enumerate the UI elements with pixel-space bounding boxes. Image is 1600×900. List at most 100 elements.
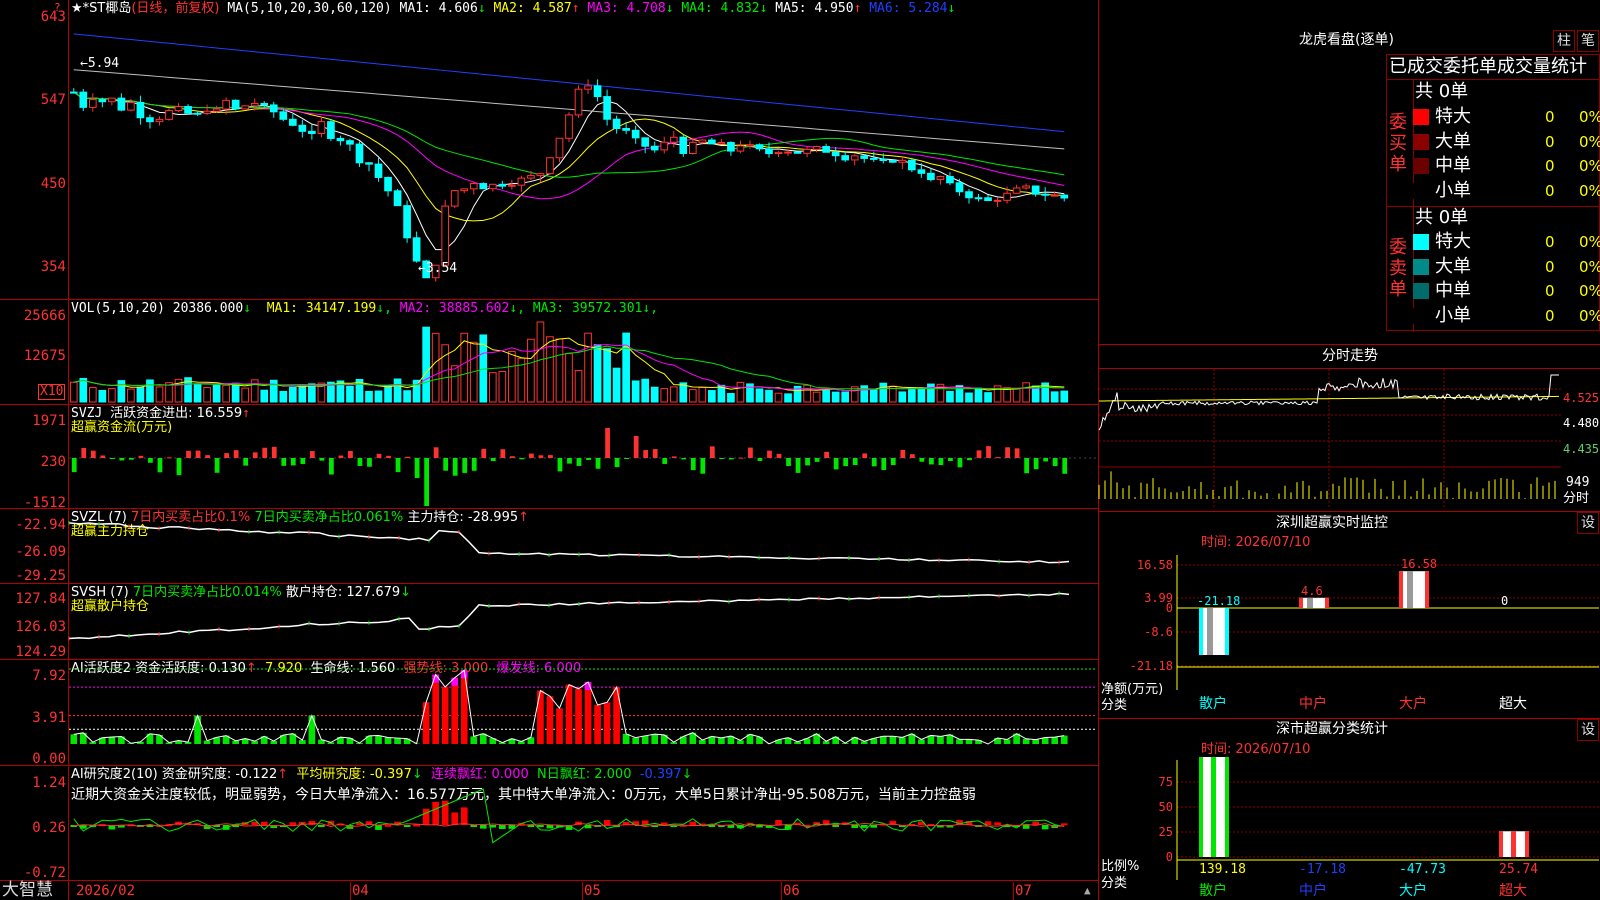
candle-body: [241, 105, 250, 110]
monitor-bar-chart[interactable]: 16.583.990-8.6-21.18-21.18散户4.6中户16.58大户…: [1099, 555, 1600, 715]
volume-bar: [584, 332, 592, 403]
volume-bar: [879, 382, 888, 403]
vol-ma-value: MA3: 39572.301: [532, 301, 643, 316]
candle-body: [260, 102, 269, 106]
svzj-y-tick: 1971: [32, 413, 66, 429]
volume-row: 特大 0 0%: [1413, 231, 1600, 253]
ai1-y-tick: 3.91: [32, 710, 66, 726]
ma-value: 4.950: [806, 1, 854, 16]
fund-flow-chart[interactable]: [69, 405, 1097, 507]
volume-bar: [422, 326, 430, 403]
flow-bar: [909, 454, 915, 458]
candle-body: [812, 146, 821, 150]
vol-y-tick: 25666: [23, 308, 66, 324]
volume-bar: [736, 381, 745, 403]
volume-bar: [260, 389, 269, 403]
period-label[interactable]: (日线，前复权): [131, 1, 219, 16]
classify-settings-button[interactable]: 设: [1577, 719, 1599, 741]
activity-bar: [441, 687, 449, 744]
x-tick: 06: [783, 883, 800, 899]
volume-bar: [622, 332, 630, 403]
candle-body: [184, 106, 192, 114]
activity-bar: [756, 736, 763, 744]
activity-bar: [651, 734, 659, 744]
fenshi-price-tick: 4.480: [1563, 416, 1600, 430]
flow-bar: [1024, 458, 1029, 474]
fenshi-vol-label: 分时: [1563, 491, 1590, 506]
ma-item: MA4: 4.832↓: [681, 1, 775, 16]
buy-side-label: 委买单: [1389, 112, 1407, 175]
flow-bar: [986, 446, 991, 458]
research-bar: [832, 825, 839, 827]
activity-chart[interactable]: [69, 660, 1097, 764]
classify-bar-chart[interactable]: 75 50 25 0 139.18 散户 -17.18 中户 -47.73 大户 25.74 超大: [1099, 757, 1600, 900]
flow-bar: [109, 458, 115, 459]
flow-bar: [205, 455, 210, 458]
activity-bar: [965, 739, 973, 744]
candle-body: [346, 140, 354, 145]
candlestick-chart[interactable]: [69, 16, 1097, 298]
research-chart[interactable]: [69, 766, 1097, 879]
flow-bar: [386, 455, 391, 458]
candle-body: [1022, 185, 1030, 189]
candle-body: [212, 108, 221, 112]
activity-bar: [108, 737, 116, 744]
classify-bar-stripe: [1211, 757, 1216, 857]
candle-body: [279, 111, 288, 120]
volume-bar: [88, 387, 97, 403]
flow-bar: [595, 458, 601, 469]
flow-bar: [690, 458, 696, 471]
classify-value-label: 139.18: [1199, 862, 1246, 877]
volume-chart[interactable]: [69, 318, 1097, 403]
volume-bar: [155, 386, 164, 403]
flow-bar: [957, 458, 963, 468]
activity-bar: [594, 705, 601, 744]
flow-bar: [119, 458, 125, 461]
activity-bar: [899, 737, 906, 744]
volume-bar: [984, 392, 992, 403]
candle-body: [679, 136, 688, 154]
ma-name: MA6:: [869, 1, 901, 16]
volume-bar: [69, 381, 78, 403]
classify-title: 深市超赢分类统计: [1276, 721, 1388, 737]
retail-position-chart[interactable]: [68, 584, 1097, 658]
lock-icon[interactable]: ▲: [1084, 884, 1091, 898]
volume-bar: [755, 388, 764, 403]
candle-body: [917, 169, 926, 174]
volume-row: 大单 0 0%: [1413, 131, 1600, 153]
flow-bar: [1014, 448, 1020, 458]
main-position-chart[interactable]: [68, 509, 1097, 582]
low-label: ←3.54: [418, 261, 458, 276]
research-bar: [308, 821, 316, 825]
candle-body: [965, 191, 973, 199]
candle-body: [298, 124, 307, 132]
intraday-chart[interactable]: [1098, 369, 1561, 509]
monitor-settings-button[interactable]: 设: [1577, 512, 1599, 534]
volume-row: 特大 0 0%: [1413, 106, 1600, 128]
flow-bar: [500, 449, 506, 458]
activity-bar: [641, 735, 649, 744]
flow-bar: [929, 458, 934, 465]
candle-body: [336, 137, 345, 142]
color-swatch: [1413, 133, 1429, 150]
candle-body: [222, 99, 230, 110]
flow-bar: [776, 453, 782, 458]
candle-body: [574, 88, 583, 116]
candle-body: [774, 151, 783, 155]
svsh-y-tick: 124.29: [15, 644, 66, 660]
flow-bar: [948, 458, 953, 462]
volume-bar: [927, 383, 935, 403]
activity-bar: [632, 737, 639, 744]
volume-row: 中单 0 0%: [1413, 155, 1600, 177]
vol-ma-arrow: ↓,: [642, 301, 659, 316]
tab-bar[interactable]: 柱: [1553, 30, 1575, 52]
tab-tick[interactable]: 笔: [1577, 30, 1599, 52]
flow-bar: [243, 458, 249, 466]
activity-bar: [937, 736, 944, 744]
volume-bar: [774, 392, 783, 403]
monitor-category: 大户: [1399, 695, 1427, 712]
volume-bar: [1060, 390, 1069, 403]
vol-ma-item: MA2: 38885.602↓,: [400, 301, 533, 316]
research-bar: [289, 822, 297, 825]
sell-total: 共 0单: [1415, 207, 1469, 228]
